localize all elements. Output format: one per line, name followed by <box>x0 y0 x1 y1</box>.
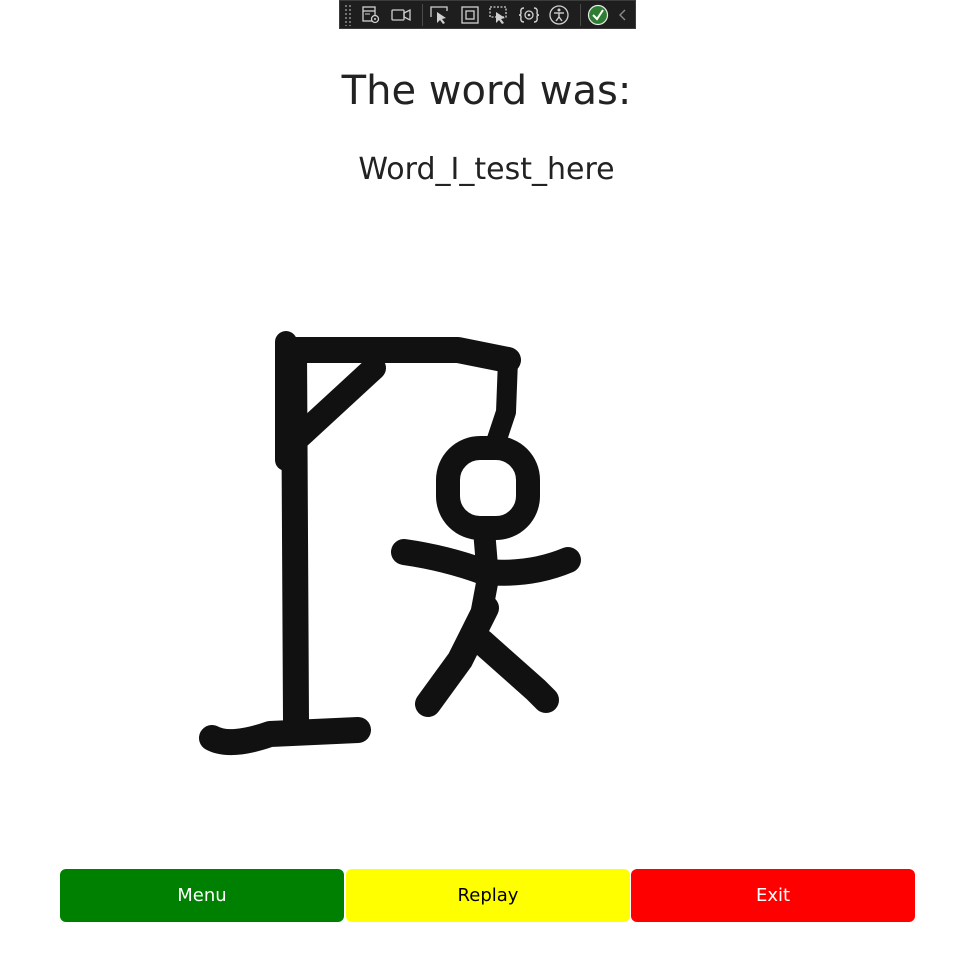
word-was-heading: The word was: <box>341 68 632 114</box>
toolbar-separator <box>421 3 423 26</box>
debug-toolbar <box>339 0 636 29</box>
exit-button[interactable]: Exit <box>631 869 915 922</box>
accessibility-checker-icon[interactable] <box>546 3 572 27</box>
record-icon[interactable] <box>388 3 414 27</box>
hot-reload-ok-icon[interactable] <box>585 3 611 27</box>
select-element-icon[interactable] <box>427 3 453 27</box>
menu-button[interactable]: Menu <box>60 869 344 922</box>
replay-button[interactable]: Replay <box>346 869 630 922</box>
collapse-chevron-icon[interactable] <box>615 3 631 27</box>
hangman-left-leg <box>415 595 499 717</box>
track-focused-element-icon[interactable] <box>487 3 513 27</box>
gallows-base <box>199 717 371 756</box>
binding-failures-icon[interactable] <box>516 3 542 27</box>
hangman-right-leg <box>469 629 559 713</box>
gallows-rope <box>486 350 518 452</box>
gallows-brace <box>286 356 386 450</box>
hangman-head <box>436 436 540 540</box>
toolbar-separator <box>580 3 582 26</box>
display-layout-adorners-icon[interactable] <box>457 3 483 27</box>
revealed-word: Word_I_test_here <box>358 152 615 187</box>
hangman-drawing <box>199 331 581 756</box>
hangman-game-over-window: The word was: Word_I_test_here Menu Repl… <box>0 0 973 977</box>
gallows-beam <box>277 337 521 373</box>
toolbar-grip-handle[interactable] <box>344 3 352 26</box>
live-visual-tree-icon[interactable] <box>358 3 384 27</box>
